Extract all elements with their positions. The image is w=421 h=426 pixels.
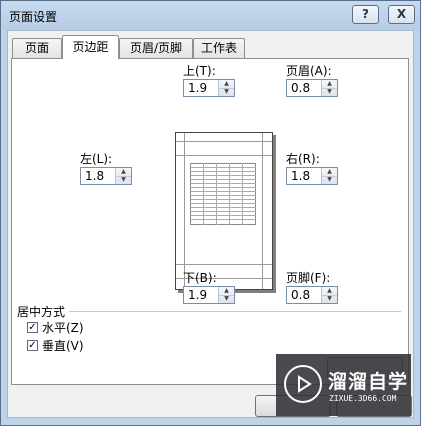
spin-down-icon[interactable]: ▼ bbox=[116, 176, 131, 184]
bottom-margin-value[interactable]: 1.9 bbox=[188, 288, 207, 302]
title-bar[interactable]: 页面设置 ? X bbox=[1, 1, 420, 30]
tab-sheet[interactable]: 工作表 bbox=[193, 38, 245, 58]
window-title: 页面设置 bbox=[9, 10, 58, 24]
spin-down-icon[interactable]: ▼ bbox=[322, 88, 337, 96]
horizontal-checkbox[interactable]: ✓ bbox=[27, 322, 38, 333]
left-margin-value[interactable]: 1.8 bbox=[85, 169, 104, 183]
help-button[interactable]: ? bbox=[352, 5, 379, 24]
play-logo-icon bbox=[284, 365, 322, 403]
top-margin-value[interactable]: 1.9 bbox=[188, 81, 207, 95]
top-margin-guide-line bbox=[176, 155, 272, 156]
right-margin-value[interactable]: 1.8 bbox=[291, 169, 310, 183]
top-margin-label: 上(T): bbox=[183, 64, 216, 78]
bottom-margin-label: 下(B): bbox=[183, 271, 217, 285]
left-margin-guide-line bbox=[184, 133, 185, 289]
close-button[interactable]: X bbox=[388, 5, 415, 24]
spin-down-icon[interactable]: ▼ bbox=[322, 295, 337, 303]
tab-page[interactable]: 页面 bbox=[12, 38, 62, 58]
header-guide-line bbox=[176, 141, 272, 142]
watermark-title: 溜溜自学 bbox=[328, 371, 409, 393]
spin-down-icon[interactable]: ▼ bbox=[322, 176, 337, 184]
footer-margin-value[interactable]: 0.8 bbox=[291, 288, 310, 302]
group-divider bbox=[69, 311, 401, 312]
margins-panel: 上(T): 1.9 ▲ ▼ 页眉(A): 0.8 ▲ ▼ 左(L): 1.8 ▲… bbox=[11, 58, 409, 385]
right-margin-guide-line bbox=[262, 133, 263, 289]
left-margin-label: 左(L): bbox=[80, 152, 113, 166]
tab-margins[interactable]: 页边距 bbox=[62, 35, 119, 59]
bottom-margin-spinner[interactable]: 1.9 ▲ ▼ bbox=[183, 286, 235, 304]
footer-margin-spinner[interactable]: 0.8 ▲ ▼ bbox=[286, 286, 338, 304]
right-margin-spinner[interactable]: 1.8 ▲ ▼ bbox=[286, 167, 338, 185]
vertical-checkbox-label[interactable]: 垂直(V) bbox=[42, 337, 84, 354]
sheet-grid-icon bbox=[190, 163, 256, 225]
page-preview bbox=[175, 132, 273, 290]
watermark-url: ZIXUE.3D66.COM bbox=[329, 394, 397, 403]
spin-down-icon[interactable]: ▼ bbox=[219, 88, 234, 96]
top-margin-stepper[interactable]: ▲ ▼ bbox=[218, 80, 234, 96]
left-margin-spinner[interactable]: 1.8 ▲ ▼ bbox=[80, 167, 132, 185]
header-margin-value[interactable]: 0.8 bbox=[291, 81, 310, 95]
right-margin-label: 右(R): bbox=[286, 152, 320, 166]
center-on-page-title: 居中方式 bbox=[17, 305, 66, 319]
vertical-checkbox[interactable]: ✓ bbox=[27, 340, 38, 351]
footer-margin-label: 页脚(F): bbox=[286, 271, 331, 285]
tab-header-footer[interactable]: 页眉/页脚 bbox=[119, 38, 193, 58]
header-margin-stepper[interactable]: ▲ ▼ bbox=[321, 80, 337, 96]
left-margin-stepper[interactable]: ▲ ▼ bbox=[115, 168, 131, 184]
spin-down-icon[interactable]: ▼ bbox=[219, 295, 234, 303]
watermark-overlay: 溜溜自学 ZIXUE.3D66.COM bbox=[276, 354, 411, 416]
right-margin-stepper[interactable]: ▲ ▼ bbox=[321, 168, 337, 184]
bottom-margin-guide-line bbox=[176, 264, 272, 265]
bottom-margin-stepper[interactable]: ▲ ▼ bbox=[218, 287, 234, 303]
header-margin-spinner[interactable]: 0.8 ▲ ▼ bbox=[286, 79, 338, 97]
footer-margin-stepper[interactable]: ▲ ▼ bbox=[321, 287, 337, 303]
top-margin-spinner[interactable]: 1.9 ▲ ▼ bbox=[183, 79, 235, 97]
header-margin-label: 页眉(A): bbox=[286, 64, 332, 78]
horizontal-checkbox-label[interactable]: 水平(Z) bbox=[42, 319, 84, 336]
